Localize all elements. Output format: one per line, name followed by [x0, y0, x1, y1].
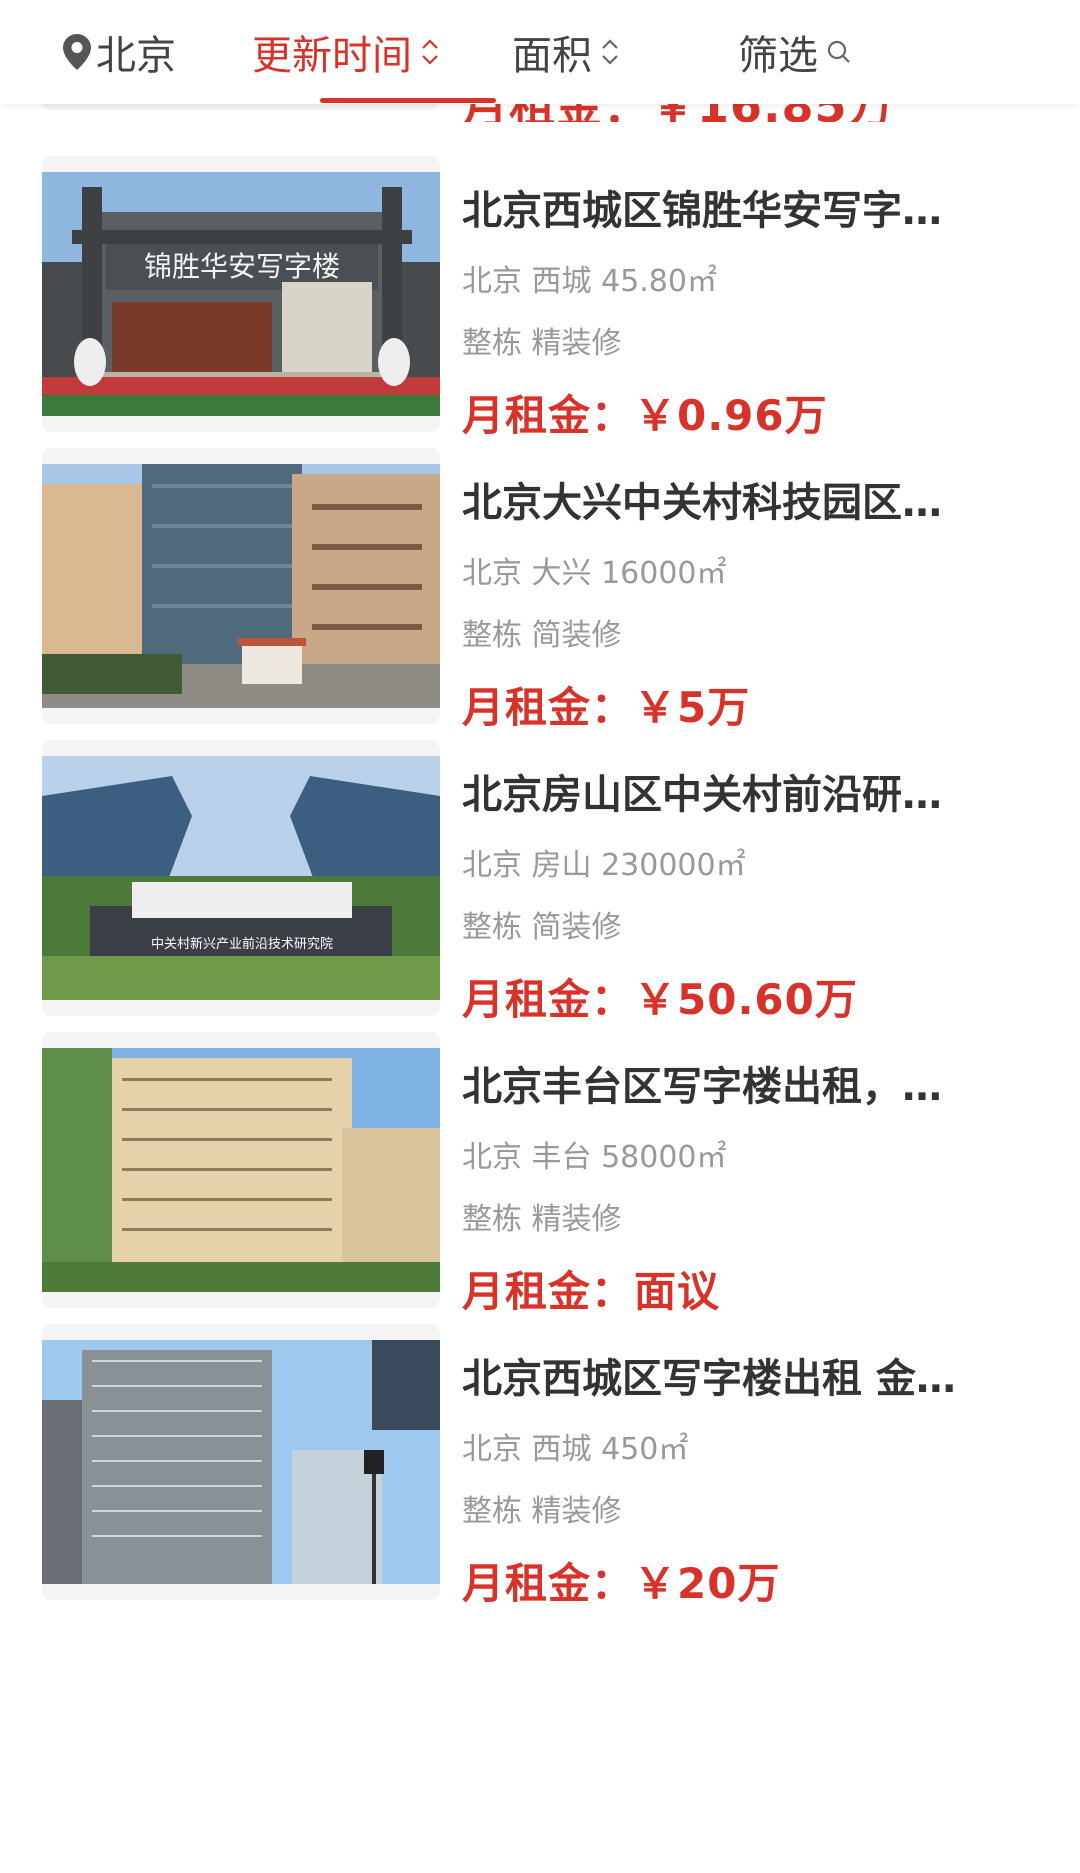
- listing-card[interactable]: 中关村新兴产业前沿技术研究院 北京房山区中关村前沿研… 北京 房山 230000…: [0, 740, 1080, 1050]
- listing-price: 月租金：面议: [462, 1267, 721, 1316]
- office-tower-photo: [42, 1048, 440, 1292]
- listing-location-area: 北京 大兴 16000㎡: [462, 556, 727, 591]
- listing-title[interactable]: 北京大兴中关村科技园区…: [462, 470, 1022, 528]
- listing-title[interactable]: 北京西城区写字楼出租 金…: [462, 1346, 1022, 1404]
- office-building-photo: [42, 464, 440, 708]
- listing-price: 月租金：￥50.60万: [462, 975, 858, 1024]
- listing-card[interactable]: 北京大兴中关村科技园区… 北京 大兴 16000㎡ 整栋 简装修 月租金：￥5万: [0, 448, 1080, 758]
- listing-price: 月租金：￥20万: [462, 1559, 781, 1608]
- listing-price: 月租金：￥5万: [462, 683, 751, 732]
- listing-location-area: 北京 丰台 58000㎡: [462, 1140, 727, 1175]
- listing-price: 月租金：￥0.96万: [462, 391, 828, 440]
- location-selector[interactable]: 北京: [62, 0, 176, 104]
- top-filter-bar: 北京 更新时间 面积 筛选: [0, 0, 1080, 104]
- tab-sort-area[interactable]: 面积: [512, 0, 620, 104]
- listing-title[interactable]: 北京丰台区写字楼出租，…: [462, 1054, 1022, 1112]
- listing-location-area: 北京 西城 45.80㎡: [462, 264, 717, 299]
- listing-card[interactable]: 锦胜华安写字楼 北京西城区锦胜华安写字… 北京 西城 45.80㎡ 整栋 精装修…: [0, 156, 1080, 466]
- listing-tags: 整栋 简装修: [462, 618, 622, 653]
- listing-tags: 整栋 精装修: [462, 1494, 622, 1529]
- sort-time-label: 更新时间: [252, 33, 412, 79]
- search-icon: [827, 40, 850, 63]
- institute-sign-text: 中关村新兴产业前沿技术研究院: [151, 936, 333, 952]
- listing-thumbnail: [42, 448, 440, 724]
- highrise-photo: [42, 1340, 440, 1584]
- listing-location-area: 北京 西城 450㎡: [462, 1432, 689, 1467]
- listing-tags: 整栋 精装修: [462, 326, 622, 361]
- research-institute-photo: 中关村新兴产业前沿技术研究院: [42, 756, 440, 1000]
- listing-thumbnail: [42, 1324, 440, 1600]
- listing-thumbnail: 锦胜华安写字楼: [42, 156, 440, 432]
- sort-arrows-icon: [422, 39, 438, 65]
- listing-location-area: 北京 房山 230000㎡: [462, 848, 746, 883]
- location-pin-icon: [63, 34, 91, 70]
- listing-card[interactable]: 北京西城区写字楼出租 金… 北京 西城 450㎡ 整栋 精装修 月租金：￥20万: [0, 1324, 1080, 1634]
- listing-card[interactable]: 北京丰台区写字楼出租，… 北京 丰台 58000㎡ 整栋 精装修 月租金：面议: [0, 1032, 1080, 1342]
- listing-thumbnail: [42, 1032, 440, 1308]
- sort-area-label: 面积: [512, 33, 592, 79]
- listing-tags: 整栋 简装修: [462, 910, 622, 945]
- office-gate-photo: 锦胜华安写字楼: [42, 172, 440, 416]
- gate-sign-text: 锦胜华安写字楼: [144, 250, 340, 283]
- listing-title[interactable]: 北京西城区锦胜华安写字…: [462, 178, 1022, 236]
- filter-button[interactable]: 筛选: [738, 0, 852, 104]
- active-tab-indicator: [320, 98, 496, 103]
- sort-arrows-icon: [602, 39, 618, 65]
- filter-label: 筛选: [738, 33, 818, 79]
- listing-thumbnail: 中关村新兴产业前沿技术研究院: [42, 740, 440, 1016]
- tab-sort-update-time[interactable]: 更新时间: [252, 0, 440, 104]
- location-label: 北京: [96, 33, 176, 79]
- listing-title[interactable]: 北京房山区中关村前沿研…: [462, 762, 1022, 820]
- listing-tags: 整栋 精装修: [462, 1202, 622, 1237]
